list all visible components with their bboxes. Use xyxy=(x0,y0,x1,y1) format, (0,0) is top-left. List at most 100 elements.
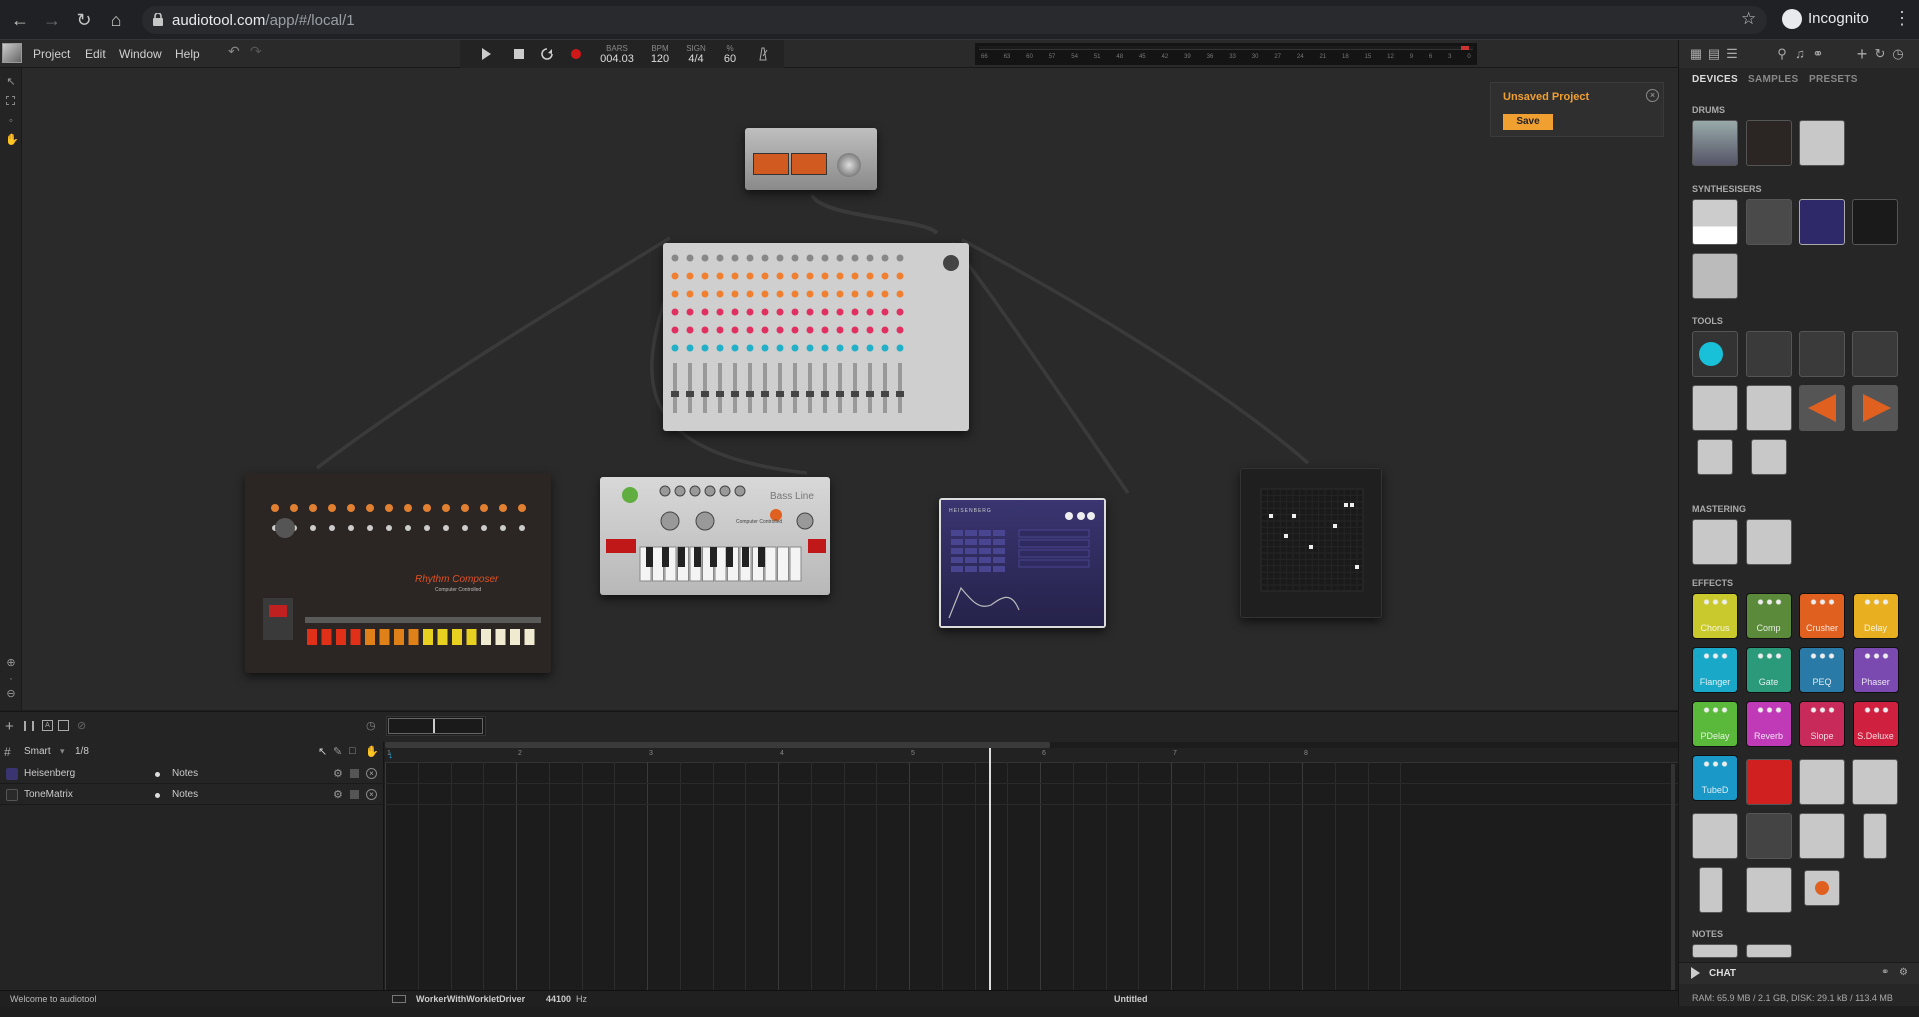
effect-pdelay-thumb[interactable]: PDelay xyxy=(1692,701,1738,747)
track-record-dot[interactable] xyxy=(155,793,160,798)
track-record-dot[interactable] xyxy=(155,772,160,777)
mute-icon[interactable] xyxy=(350,790,359,799)
list-view-icon[interactable]: ▤ xyxy=(1707,47,1721,61)
effect-device-thumb[interactable] xyxy=(1852,759,1898,805)
clock-icon[interactable]: ◷ xyxy=(1891,47,1905,61)
remove-icon[interactable]: × xyxy=(366,768,377,779)
arranger-timeline[interactable]: 12345678 ↓ xyxy=(385,742,1678,990)
select-tool-icon[interactable] xyxy=(6,96,15,105)
synth-device-thumb[interactable] xyxy=(1692,253,1738,299)
rhythm-composer-device[interactable]: Rhythm Composer Computer Controlled xyxy=(245,473,551,673)
tool-device-thumb[interactable] xyxy=(1751,439,1787,475)
effect-flanger-thumb[interactable]: Flanger xyxy=(1692,647,1738,693)
mute-icon[interactable] xyxy=(350,769,359,778)
notes-device-thumb[interactable] xyxy=(1746,944,1792,958)
ruler[interactable] xyxy=(385,748,1678,763)
master-volume-knob[interactable] xyxy=(837,153,861,177)
settings-icon[interactable]: ⚙ xyxy=(1899,967,1908,978)
chat-expand-icon[interactable] xyxy=(1691,967,1700,979)
menu-edit[interactable]: Edit xyxy=(85,47,106,61)
bass-line-device[interactable]: Bass Line Computer Controlled xyxy=(600,477,830,595)
effect-phaser-thumb[interactable]: Phaser xyxy=(1852,647,1899,693)
hand-tool-icon[interactable]: ✋ xyxy=(365,745,379,758)
zoom-dot-icon[interactable]: · xyxy=(5,673,17,685)
playhead-marker-icon[interactable]: ↓ xyxy=(388,750,393,761)
tab-devices[interactable]: DEVICES xyxy=(1692,74,1738,85)
grid-view-icon[interactable]: ▦ xyxy=(1689,47,1703,61)
profile-label[interactable]: Incognito xyxy=(1808,10,1869,27)
effect-peq-thumb[interactable]: PEQ xyxy=(1799,647,1845,693)
effect-device-thumb[interactable] xyxy=(1863,813,1887,859)
effect-device-thumb[interactable] xyxy=(1699,867,1723,913)
mode-select[interactable]: Smart xyxy=(24,746,51,757)
menu-project[interactable]: Project xyxy=(33,47,70,61)
compact-view-icon[interactable]: ☰ xyxy=(1725,47,1739,61)
add-track-icon[interactable]: + xyxy=(5,718,14,735)
drum-device-thumb[interactable] xyxy=(1799,120,1845,166)
vertical-scrollbar[interactable] xyxy=(1671,764,1675,990)
mic-icon[interactable]: ⚭ xyxy=(1881,967,1889,978)
tool-device-thumb[interactable] xyxy=(1692,385,1738,431)
tool-device-thumb[interactable] xyxy=(1697,439,1733,475)
pencil-tool-icon[interactable]: ✎ xyxy=(333,745,342,758)
back-icon[interactable]: ← xyxy=(8,8,32,32)
drum-device-thumb[interactable] xyxy=(1746,120,1792,166)
browser-menu-icon[interactable]: ⋮ xyxy=(1893,8,1911,29)
arrow-tool-icon[interactable]: ↖ xyxy=(318,745,327,758)
synth-device-thumb[interactable] xyxy=(1852,199,1898,245)
forward-icon[interactable]: → xyxy=(40,8,64,32)
effect-comp-thumb[interactable]: Comp xyxy=(1745,593,1792,639)
grid-icon[interactable]: # xyxy=(4,745,11,759)
mic-icon[interactable]: ⚭ xyxy=(1811,47,1825,61)
effect-reverb-thumb[interactable]: Reverb xyxy=(1745,701,1792,747)
zoom-in-icon[interactable]: ⊕ xyxy=(5,657,17,669)
clip-view-icon[interactable] xyxy=(58,720,69,731)
effect-device-thumb[interactable] xyxy=(1692,813,1738,859)
bookmark-star-icon[interactable]: ☆ xyxy=(1741,9,1756,29)
audiotool-logo[interactable] xyxy=(2,43,22,63)
effect-device-thumb[interactable] xyxy=(1746,759,1792,805)
tab-presets[interactable]: PRESETS xyxy=(1809,74,1858,85)
menu-help[interactable]: Help xyxy=(175,47,200,61)
metronome-icon[interactable] xyxy=(755,46,771,62)
synth-device-thumb[interactable] xyxy=(1692,199,1738,245)
gear-icon[interactable]: ⚙ xyxy=(333,767,343,780)
notes-device-thumb[interactable] xyxy=(1692,944,1738,958)
desktop-canvas[interactable]: Rhythm Composer Computer Controlled Bass… xyxy=(22,68,1678,710)
track-row[interactable]: ToneMatrix Notes ⚙ × xyxy=(0,785,384,805)
master-device[interactable] xyxy=(745,128,877,190)
tonematrix-device[interactable] xyxy=(1240,468,1382,618)
sign-value[interactable]: 4/4 xyxy=(684,53,708,65)
effect-device-thumb[interactable] xyxy=(1799,813,1845,859)
synth-device-thumb[interactable] xyxy=(1746,199,1792,245)
play-icon[interactable] xyxy=(478,46,494,62)
tool-device-thumb[interactable] xyxy=(1852,331,1898,377)
save-button[interactable]: Save xyxy=(1503,114,1553,130)
close-icon[interactable]: × xyxy=(1646,89,1659,102)
disabled-icon[interactable]: ⊘ xyxy=(77,719,86,732)
bars-view-icon[interactable] xyxy=(24,721,34,731)
timer-icon[interactable]: ◷ xyxy=(366,719,376,732)
automation-icon[interactable]: A xyxy=(42,720,53,731)
menu-window[interactable]: Window xyxy=(119,47,162,61)
piano-icon[interactable]: ♫ xyxy=(1793,47,1807,61)
mastering-device-thumb[interactable] xyxy=(1692,519,1738,565)
hand-tool-icon[interactable]: ✋ xyxy=(5,134,19,146)
effect-sdeluxe-thumb[interactable]: S.Deluxe xyxy=(1852,701,1899,747)
address-bar[interactable]: audiotool.com/app/#/local/1 xyxy=(142,6,1767,34)
split-tool-icon[interactable]: □ xyxy=(349,745,356,757)
tool-device-thumb[interactable] xyxy=(1746,331,1792,377)
tab-samples[interactable]: SAMPLES xyxy=(1748,74,1798,85)
effect-tubed-thumb[interactable]: TubeD xyxy=(1692,755,1738,801)
effect-gate-thumb[interactable]: Gate xyxy=(1745,647,1792,693)
home-icon[interactable]: ⌂ xyxy=(104,8,128,32)
effect-device-thumb[interactable] xyxy=(1799,759,1845,805)
effect-device-thumb[interactable] xyxy=(1804,870,1840,906)
heisenberg-device[interactable]: HEISENBERG xyxy=(939,498,1106,628)
overview-scroller[interactable] xyxy=(386,716,486,736)
quantize-select[interactable]: 1/8 xyxy=(75,746,89,757)
track-row[interactable]: Heisenberg Notes ⚙ × xyxy=(0,764,384,784)
arranger-lane[interactable] xyxy=(385,785,1678,805)
record-icon[interactable] xyxy=(568,46,584,62)
redo-icon[interactable]: ↷ xyxy=(250,43,262,60)
